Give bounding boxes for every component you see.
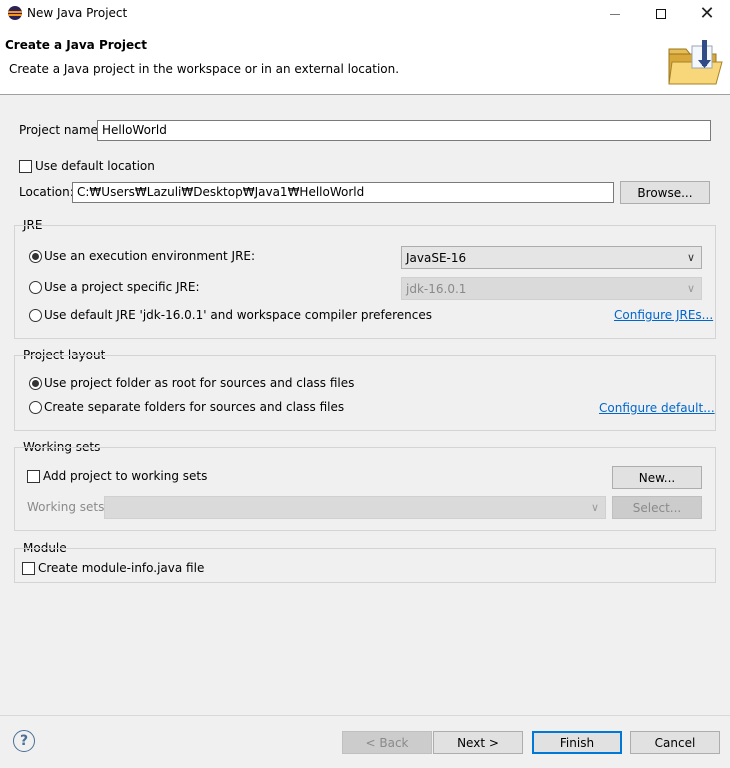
execution-environment-value: JavaSE-16 — [406, 250, 467, 265]
next-button[interactable]: Next > — [433, 731, 523, 754]
chevron-down-icon: ∨ — [590, 501, 599, 514]
page-title: Create a Java Project — [5, 38, 148, 52]
location-label: Location: — [19, 185, 74, 199]
eclipse-icon — [8, 6, 22, 20]
page-description: Create a Java project in the workspace o… — [9, 62, 400, 76]
window-title: New Java Project — [27, 6, 128, 20]
maximize-button[interactable] — [638, 0, 684, 28]
minimize-icon — [610, 13, 620, 15]
minimize-button[interactable] — [592, 0, 638, 28]
chevron-down-icon: ∨ — [686, 282, 695, 295]
layout-separate-label: Create separate folders for sources and … — [44, 400, 345, 414]
create-module-info-label: Create module-info.java file — [38, 561, 205, 575]
close-button[interactable]: ✕ — [684, 0, 730, 28]
new-working-set-button[interactable]: New... — [612, 466, 702, 489]
execution-environment-dropdown[interactable]: JavaSE-16 ∨ — [401, 246, 702, 269]
location-input[interactable]: C:₩Users₩Lazuli₩Desktop₩Java1₩HelloWorld — [72, 182, 614, 203]
add-to-working-sets-label: Add project to working sets — [43, 469, 208, 483]
new-project-folder-icon — [668, 40, 723, 85]
project-jre-dropdown[interactable]: jdk-16.0.1 ∨ — [401, 277, 702, 300]
project-name-label: Project name: — [19, 123, 102, 137]
project-jre-value: jdk-16.0.1 — [406, 281, 467, 296]
back-button[interactable]: < Back — [342, 731, 432, 754]
project-name-input[interactable]: HelloWorld — [97, 120, 711, 141]
jre-default-radio[interactable] — [29, 309, 42, 322]
select-working-sets-button[interactable]: Select... — [612, 496, 702, 519]
configure-jres-link[interactable]: Configure JREs... — [614, 308, 713, 322]
layout-separate-radio[interactable] — [29, 401, 42, 414]
create-module-info-checkbox[interactable] — [22, 562, 35, 575]
browse-button[interactable]: Browse... — [620, 181, 710, 204]
working-sets-label: Working sets: — [27, 500, 109, 514]
configure-default-link[interactable]: Configure default... — [599, 401, 715, 415]
layout-root-radio[interactable] — [29, 377, 42, 390]
chevron-down-icon: ∨ — [686, 251, 695, 264]
help-icon[interactable]: ? — [13, 730, 35, 752]
project-layout-group — [14, 355, 716, 431]
close-icon: ✕ — [699, 3, 715, 24]
jre-specific-radio[interactable] — [29, 281, 42, 294]
use-default-location-label: Use default location — [35, 159, 155, 173]
maximize-icon — [656, 9, 666, 19]
cancel-button[interactable]: Cancel — [630, 731, 720, 754]
finish-button[interactable]: Finish — [532, 731, 622, 754]
jre-default-label: Use default JRE 'jdk-16.0.1' and workspa… — [44, 308, 433, 322]
footer-divider — [0, 715, 730, 716]
layout-root-label: Use project folder as root for sources a… — [44, 376, 355, 390]
jre-env-label: Use an execution environment JRE: — [44, 249, 256, 263]
use-default-location-checkbox[interactable] — [19, 160, 32, 173]
add-to-working-sets-checkbox[interactable] — [27, 470, 40, 483]
jre-specific-label: Use a project specific JRE: — [44, 280, 200, 294]
working-sets-dropdown[interactable]: ∨ — [104, 496, 606, 519]
jre-env-radio[interactable] — [29, 250, 42, 263]
